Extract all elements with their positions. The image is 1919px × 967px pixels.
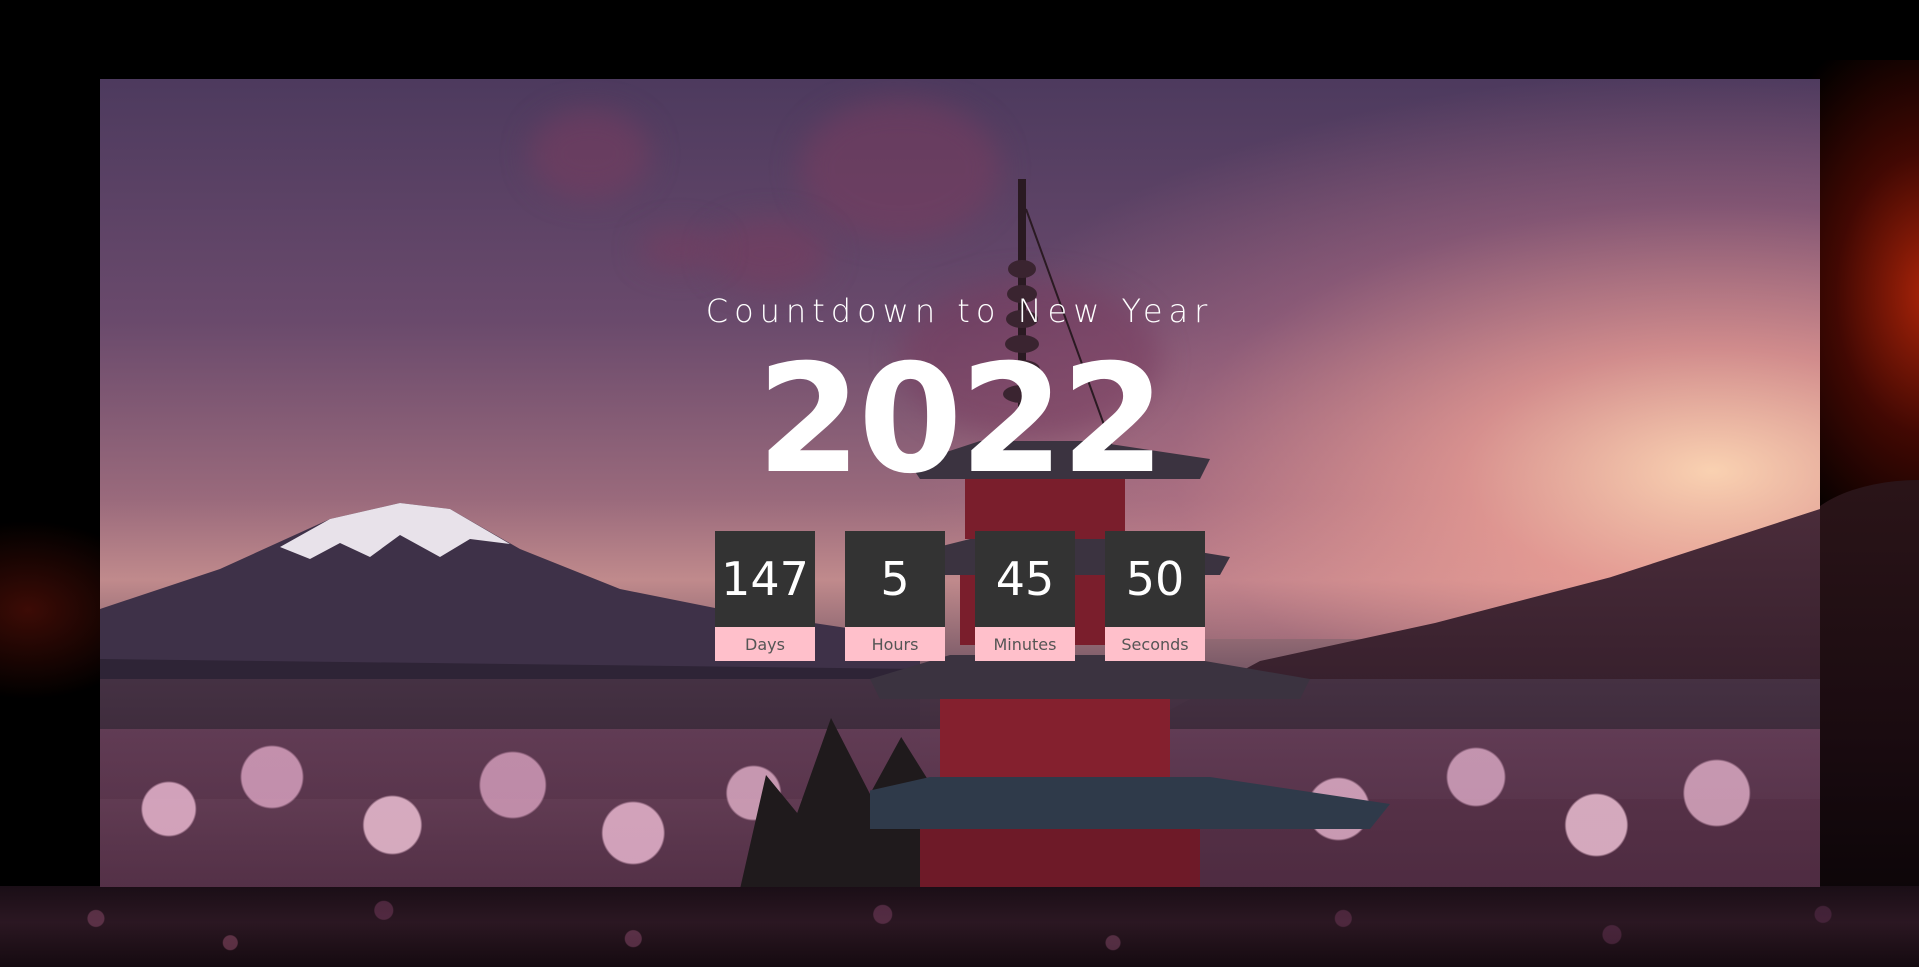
year-heading: 2022 xyxy=(756,333,1165,507)
countdown-unit-seconds: 50 Seconds xyxy=(1105,531,1205,661)
subtitle: Countdown to New Year xyxy=(705,292,1214,330)
seconds-value: 50 xyxy=(1105,531,1205,627)
minutes-label: Minutes xyxy=(975,627,1075,661)
hours-label: Hours xyxy=(845,627,945,661)
hours-value: 5 xyxy=(845,531,945,627)
seconds-label: Seconds xyxy=(1105,627,1205,661)
countdown-unit-minutes: 45 Minutes xyxy=(975,531,1075,661)
days-label: Days xyxy=(715,627,815,661)
countdown-unit-hours: 5 Hours xyxy=(845,531,945,661)
page: Countdown to New Year 2022 147 Days 5 Ho… xyxy=(0,0,1919,967)
countdown-unit-days: 147 Days xyxy=(715,531,815,661)
countdown-overlay: Countdown to New Year 2022 147 Days 5 Ho… xyxy=(0,0,1919,967)
minutes-value: 45 xyxy=(975,531,1075,627)
days-value: 147 xyxy=(715,531,815,627)
countdown-timer: 147 Days 5 Hours 45 Minutes 50 Seconds xyxy=(715,531,1205,661)
